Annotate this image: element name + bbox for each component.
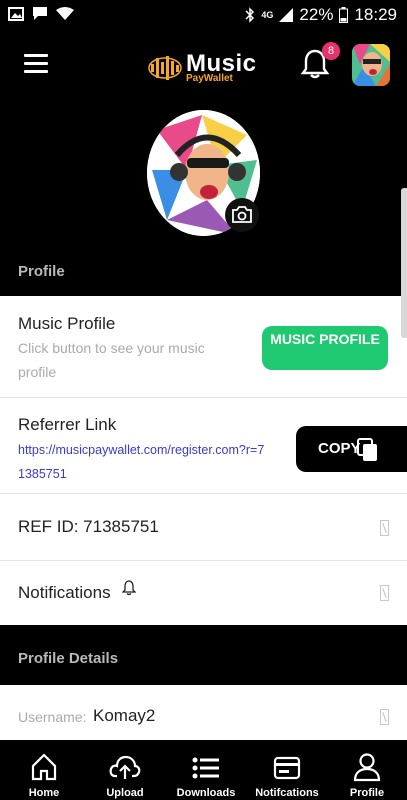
profile-section-header: Profile (0, 250, 407, 296)
status-bar: 4G 22% 18:29 (0, 0, 407, 32)
username-label: Username: (18, 709, 87, 725)
app-header: Music PayWallet 8 (0, 32, 407, 98)
camera-icon (232, 206, 252, 223)
ref-id-text: REF ID: 71385751 (18, 517, 159, 536)
wifi-icon (56, 6, 74, 20)
nav-notifications[interactable]: Notifcations (247, 740, 327, 800)
username-row: Username: Komay2 (0, 685, 407, 740)
image-notification-icon (8, 6, 24, 21)
profile-details-card: Username: Komay2 (0, 685, 407, 740)
profile-hero (0, 98, 407, 250)
profile-card: Music Profile Click button to see your m… (0, 296, 407, 625)
change-photo-button[interactable] (225, 198, 259, 232)
copy-link-button[interactable]: COPY (296, 426, 407, 472)
username-value: Komay2 (93, 706, 156, 725)
signal-icon (279, 8, 294, 22)
nav-profile-label: Profile (349, 787, 385, 799)
nav-downloads-label: Downloads (176, 787, 236, 799)
music-profile-title: Music Profile (18, 314, 116, 333)
chevron-right-icon[interactable] (380, 585, 389, 601)
notification-badge: 8 (322, 42, 340, 60)
menu-line-icon (24, 70, 48, 73)
clock: 18:29 (354, 5, 397, 24)
user-icon (353, 753, 381, 782)
scrollbar[interactable] (401, 188, 407, 338)
copy-button-label: COPY (318, 440, 361, 457)
chevron-right-icon[interactable] (380, 520, 389, 536)
referrer-link-title: Referrer Link (18, 415, 117, 434)
header-avatar[interactable] (352, 44, 390, 86)
profile-details-section-header: Profile Details (0, 625, 407, 685)
chevron-right-icon[interactable] (380, 709, 389, 725)
cloud-upload-icon (109, 755, 141, 779)
ref-id-row: REF ID: 71385751 (0, 494, 407, 561)
chat-notification-icon (33, 7, 47, 20)
nav-home-label: Home (28, 787, 60, 799)
small-bell-icon (122, 580, 136, 596)
music-profile-button[interactable]: MUSIC PROFILE (262, 326, 388, 370)
logo-waveform-icon (148, 56, 182, 80)
status-right-icons: 4G 22% 18:29 (245, 5, 397, 25)
notifications-row[interactable]: Notifications (0, 561, 407, 625)
status-left-icons (8, 6, 74, 21)
nav-upload[interactable]: Upload (85, 740, 165, 800)
referrer-link-url[interactable]: https://musicpaywallet.com/register.com?… (18, 438, 268, 486)
menu-line-icon (24, 54, 48, 57)
nav-downloads[interactable]: Downloads (166, 740, 246, 800)
bottom-navigation: Home Upload Downloads Notifcations Profi… (0, 740, 407, 800)
avatar-image (352, 44, 390, 86)
network-type: 4G (261, 9, 274, 20)
music-profile-row: Music Profile Click button to see your m… (0, 296, 407, 398)
bluetooth-icon (245, 7, 255, 23)
music-profile-description: Click button to see your music profile (18, 340, 205, 380)
battery-icon (339, 7, 349, 23)
nav-profile[interactable]: Profile (328, 740, 406, 800)
menu-line-icon (24, 62, 48, 65)
app-logo: Music PayWallet (148, 50, 268, 84)
logo-subtitle: PayWallet (186, 73, 233, 84)
nav-upload-label: Upload (106, 787, 144, 799)
card-icon (273, 756, 301, 780)
battery-percent: 22% (299, 5, 334, 24)
nav-notifications-label: Notifcations (255, 787, 319, 799)
referrer-link-row: Referrer Link https://musicpaywallet.com… (0, 398, 407, 494)
hamburger-menu-button[interactable] (24, 54, 48, 74)
nav-home[interactable]: Home (4, 740, 84, 800)
home-icon (31, 753, 57, 781)
copy-icon (357, 438, 377, 461)
notifications-row-label: Notifications (18, 583, 111, 602)
list-icon (192, 757, 219, 779)
